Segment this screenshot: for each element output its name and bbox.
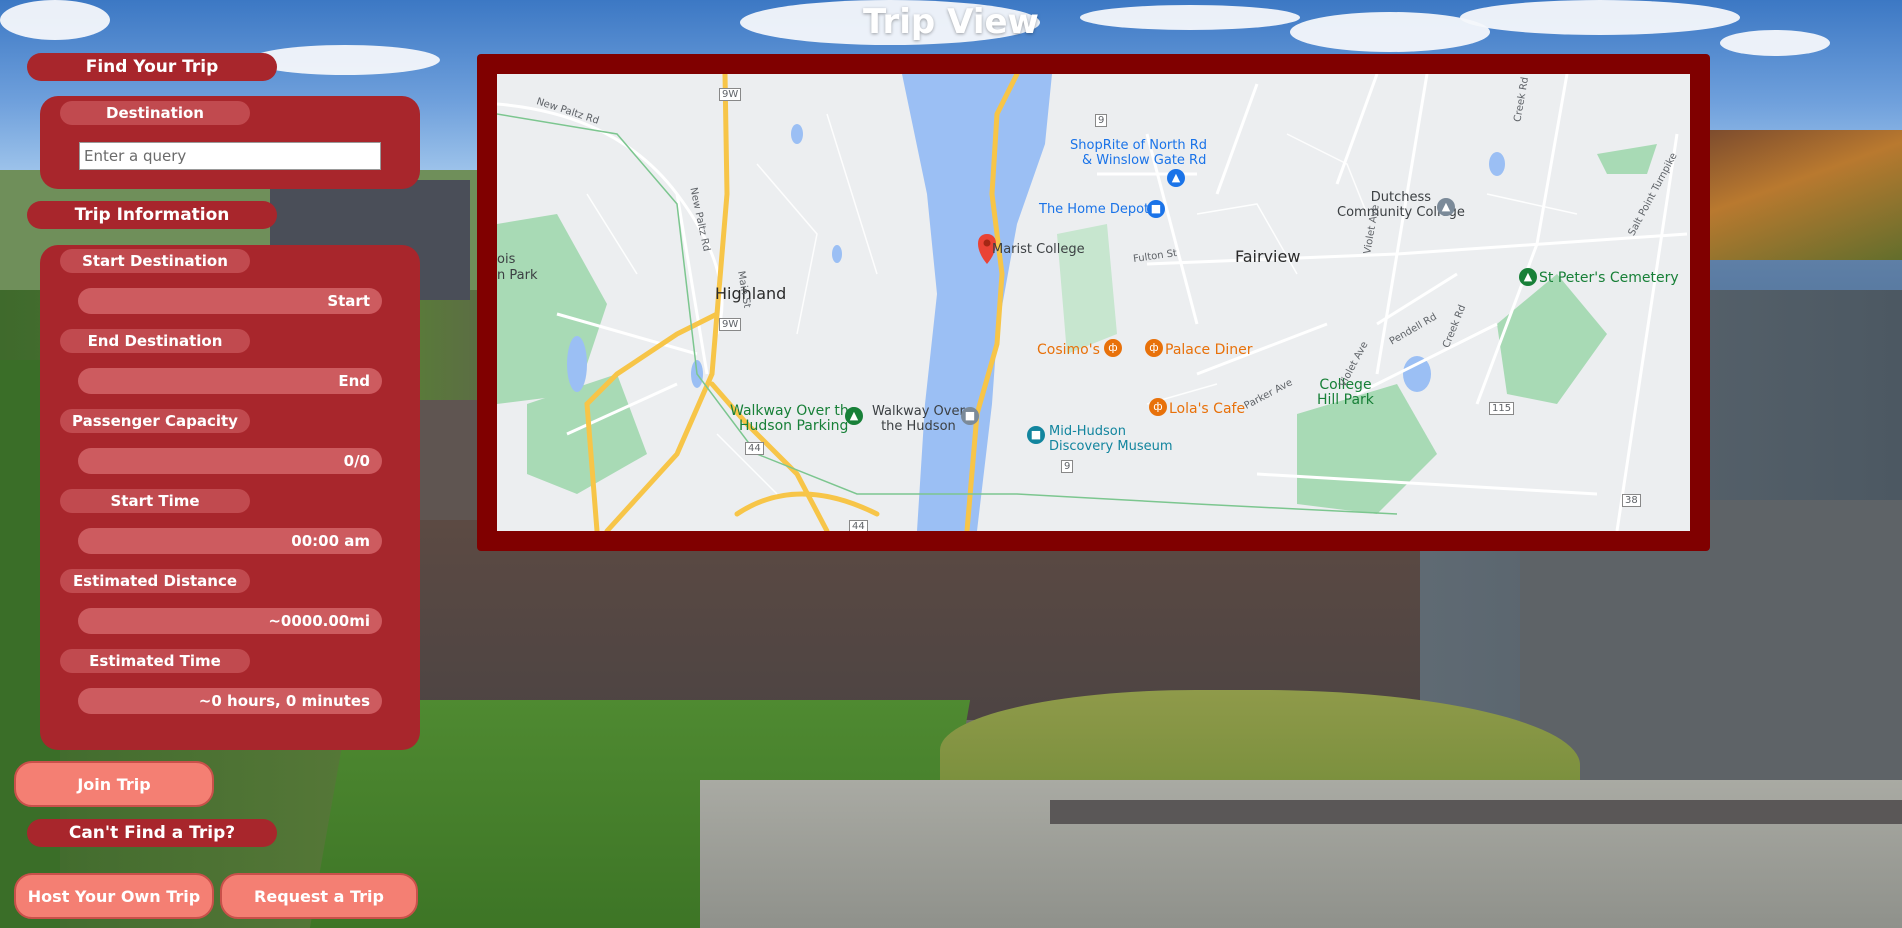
shopping-cart-icon: ▲ xyxy=(1167,169,1185,187)
host-trip-button[interactable]: Host Your Own Trip xyxy=(14,873,214,919)
map-label-park-left: ois n Park xyxy=(497,252,538,283)
map-label-cosimos: Cosimo's xyxy=(1037,342,1100,358)
trip-information-panel: Start Destination Start End Destination … xyxy=(40,245,420,750)
page-title: Trip View xyxy=(863,2,1039,42)
route-shield-9: 9 xyxy=(1095,114,1108,127)
route-shield-44: 44 xyxy=(745,442,764,455)
restaurant-icon: ф xyxy=(1145,339,1163,357)
map-label-palace-diner: Palace Diner xyxy=(1165,342,1253,358)
trip-information-header: Trip Information xyxy=(27,201,277,229)
passenger-capacity-label: Passenger Capacity xyxy=(60,409,250,433)
route-shield-38: 38 xyxy=(1622,494,1641,507)
end-destination-value: End xyxy=(78,368,382,394)
restaurant-icon: ф xyxy=(1149,398,1167,416)
route-shield-9w: 9W xyxy=(719,88,742,101)
start-time-value: 00:00 am xyxy=(78,528,382,554)
destination-label: Destination xyxy=(60,101,250,125)
join-trip-button[interactable]: Join Trip xyxy=(14,761,214,807)
map-frame: Highland Fairview ShopRite of North Rd & … xyxy=(477,54,1710,551)
map-label-fairview: Fairview xyxy=(1235,247,1301,266)
find-trip-panel: Destination xyxy=(40,96,420,189)
map-label-marist-college: Marist College xyxy=(992,242,1085,257)
map-label-mid-hudson-museum: Mid-Hudson Discovery Museum xyxy=(1049,424,1173,454)
passenger-capacity-value: 0/0 xyxy=(78,448,382,474)
graduation-cap-icon: ▲ xyxy=(1437,198,1455,216)
route-shield-9: 9 xyxy=(1061,460,1074,473)
estimated-time-label: Estimated Time xyxy=(60,649,250,673)
home-depot-icon: ■ xyxy=(1147,200,1165,218)
start-destination-label: Start Destination xyxy=(60,249,250,273)
map-label-walkway-over-hudson: Walkway Over the Hudson xyxy=(872,404,965,434)
estimated-time-value: ~0 hours, 0 minutes xyxy=(78,688,382,714)
estimated-distance-label: Estimated Distance xyxy=(60,569,250,593)
map-label-walkway-parking: Walkway Over the Hudson Parking xyxy=(730,403,858,434)
cemetery-icon: ▲ xyxy=(1519,268,1537,286)
landmark-icon: ■ xyxy=(961,407,979,425)
restaurant-icon: ф xyxy=(1104,339,1122,357)
cant-find-trip-header: Can't Find a Trip? xyxy=(27,819,277,847)
route-shield-115: 115 xyxy=(1489,402,1515,415)
map-label-home-depot: The Home Depot xyxy=(1039,202,1150,217)
park-tree-icon: ▲ xyxy=(845,407,863,425)
destination-search-input[interactable] xyxy=(79,142,381,170)
map-label-shoprite: ShopRite of North Rd & Winslow Gate Rd xyxy=(1070,138,1208,168)
find-trip-header: Find Your Trip xyxy=(27,53,277,81)
start-destination-value: Start xyxy=(78,288,382,314)
end-destination-label: End Destination xyxy=(60,329,250,353)
estimated-distance-value: ~0000.00mi xyxy=(78,608,382,634)
museum-icon: ■ xyxy=(1027,426,1045,444)
route-shield-44: 44 xyxy=(849,520,868,531)
map-label-st-peters-cemetery: St Peter's Cemetery xyxy=(1539,270,1679,286)
start-time-label: Start Time xyxy=(60,489,250,513)
route-shield-9w: 9W xyxy=(719,318,742,331)
request-trip-button[interactable]: Request a Trip xyxy=(220,873,418,919)
map-label-lolas-cafe: Lola's Cafe xyxy=(1169,401,1246,417)
trip-map[interactable]: Highland Fairview ShopRite of North Rd & … xyxy=(497,74,1690,531)
